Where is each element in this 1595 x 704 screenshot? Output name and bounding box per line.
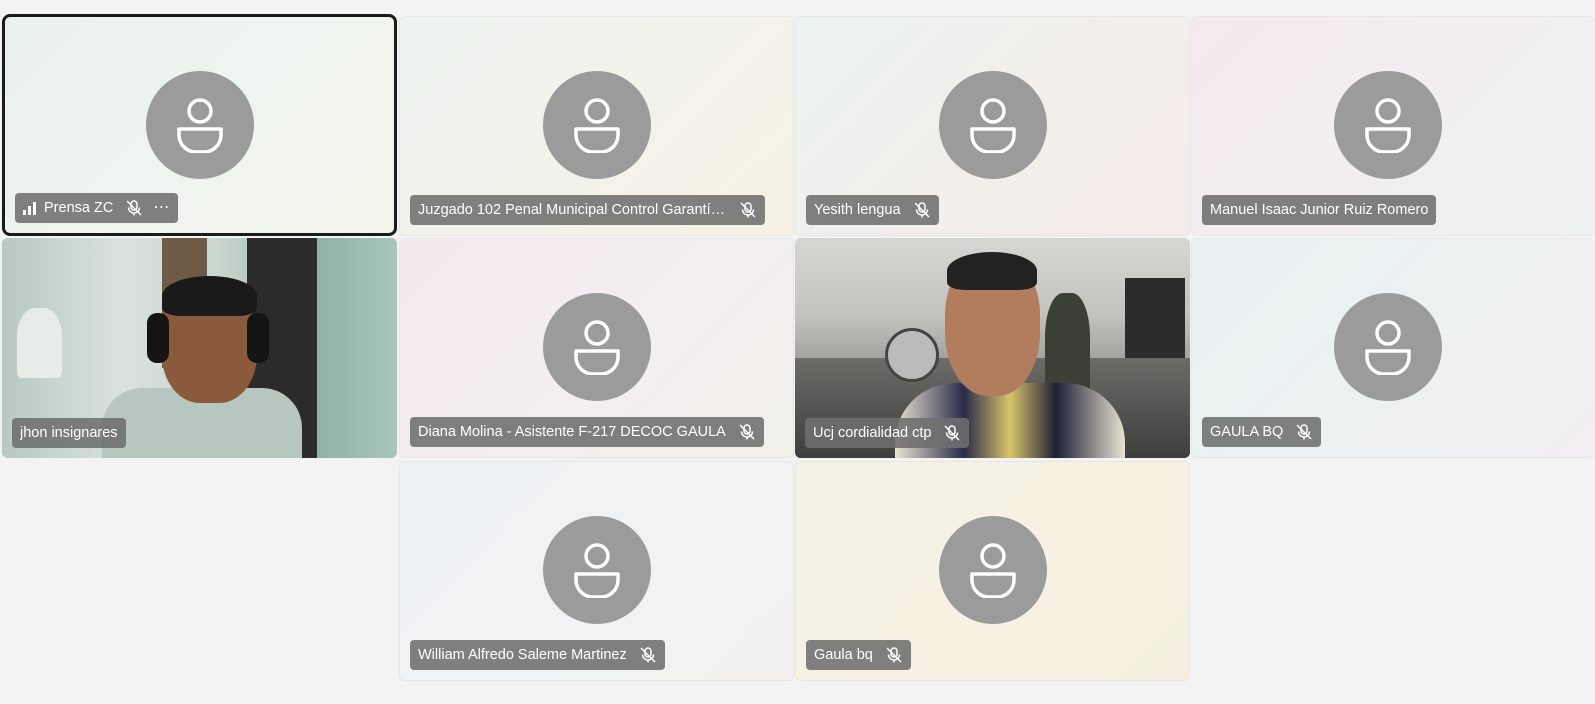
person-icon bbox=[573, 543, 620, 598]
person-icon bbox=[1365, 320, 1411, 375]
participant-tile[interactable]: Gaula bq bbox=[795, 461, 1190, 681]
more-options-button[interactable]: ⋯ bbox=[153, 200, 170, 216]
headphones bbox=[147, 313, 169, 363]
avatar bbox=[542, 71, 651, 179]
participant-name: Manuel Isaac Junior Ruiz Romero bbox=[1210, 202, 1429, 218]
person-icon bbox=[176, 98, 223, 153]
participant-tile[interactable]: Juzgado 102 Penal Municipal Control Gara… bbox=[399, 16, 794, 236]
participant-name-label: Juzgado 102 Penal Municipal Control Gara… bbox=[410, 195, 765, 225]
participant-name: Juzgado 102 Penal Municipal Control Gara… bbox=[418, 202, 727, 218]
mic-off-icon bbox=[125, 199, 143, 217]
person-icon bbox=[1365, 98, 1411, 153]
avatar bbox=[542, 516, 651, 624]
participant-tile[interactable]: GAULA BQ bbox=[1191, 238, 1595, 458]
participant-name-label: Gaula bq bbox=[806, 640, 911, 670]
mic-off-icon bbox=[943, 424, 961, 442]
participant-tile[interactable]: Yesith lengua bbox=[795, 16, 1190, 236]
mic-off-icon bbox=[885, 646, 903, 664]
mic-off-icon bbox=[913, 201, 931, 219]
participant-tile[interactable]: William Alfredo Saleme Martinez bbox=[399, 461, 794, 681]
participant-name-label: Ucj cordialidad ctp bbox=[805, 418, 970, 448]
participant-name: Ucj cordialidad ctp bbox=[813, 425, 932, 441]
mic-off-icon bbox=[738, 423, 756, 441]
avatar bbox=[145, 71, 254, 179]
avatar bbox=[542, 293, 651, 401]
participant-name: jhon insignares bbox=[20, 425, 118, 441]
participant-name: Yesith lengua bbox=[814, 202, 901, 218]
participant-name: William Alfredo Saleme Martinez bbox=[418, 647, 627, 663]
participant-name: Gaula bq bbox=[814, 647, 873, 663]
participant-name-label: GAULA BQ bbox=[1202, 417, 1322, 447]
avatar bbox=[938, 71, 1047, 179]
signal-strength-icon bbox=[23, 201, 36, 215]
participant-name: Diana Molina - Asistente F-217 DECOC GAU… bbox=[418, 424, 726, 440]
participant-name-label: Manuel Isaac Junior Ruiz Romero bbox=[1202, 195, 1437, 225]
participant-tile[interactable]: Prensa ZC ⋯ bbox=[2, 14, 397, 236]
participant-video-tile[interactable]: Ucj cordialidad ctp bbox=[795, 238, 1190, 458]
participant-video-tile[interactable]: jhon insignares bbox=[2, 238, 397, 458]
participant-tile[interactable]: Diana Molina - Asistente F-217 DECOC GAU… bbox=[399, 238, 794, 458]
participant-name-label: Prensa ZC ⋯ bbox=[15, 193, 179, 223]
avatar bbox=[938, 516, 1047, 624]
avatar bbox=[1334, 71, 1442, 179]
avatar bbox=[1334, 293, 1442, 401]
participant-name-label: Yesith lengua bbox=[806, 195, 939, 225]
mic-off-icon bbox=[1295, 423, 1313, 441]
participant-name: GAULA BQ bbox=[1210, 424, 1284, 440]
mic-off-icon bbox=[739, 201, 757, 219]
person-icon bbox=[969, 98, 1016, 153]
participant-name: Prensa ZC bbox=[44, 200, 114, 216]
person-icon bbox=[969, 543, 1016, 598]
mic-off-icon bbox=[639, 646, 657, 664]
participant-tile[interactable]: Manuel Isaac Junior Ruiz Romero bbox=[1191, 16, 1595, 236]
participant-name-label: jhon insignares bbox=[12, 418, 126, 448]
participant-name-label: William Alfredo Saleme Martinez bbox=[410, 640, 665, 670]
person-icon bbox=[573, 98, 620, 153]
participant-name-label: Diana Molina - Asistente F-217 DECOC GAU… bbox=[410, 417, 764, 447]
person-icon bbox=[573, 320, 620, 375]
